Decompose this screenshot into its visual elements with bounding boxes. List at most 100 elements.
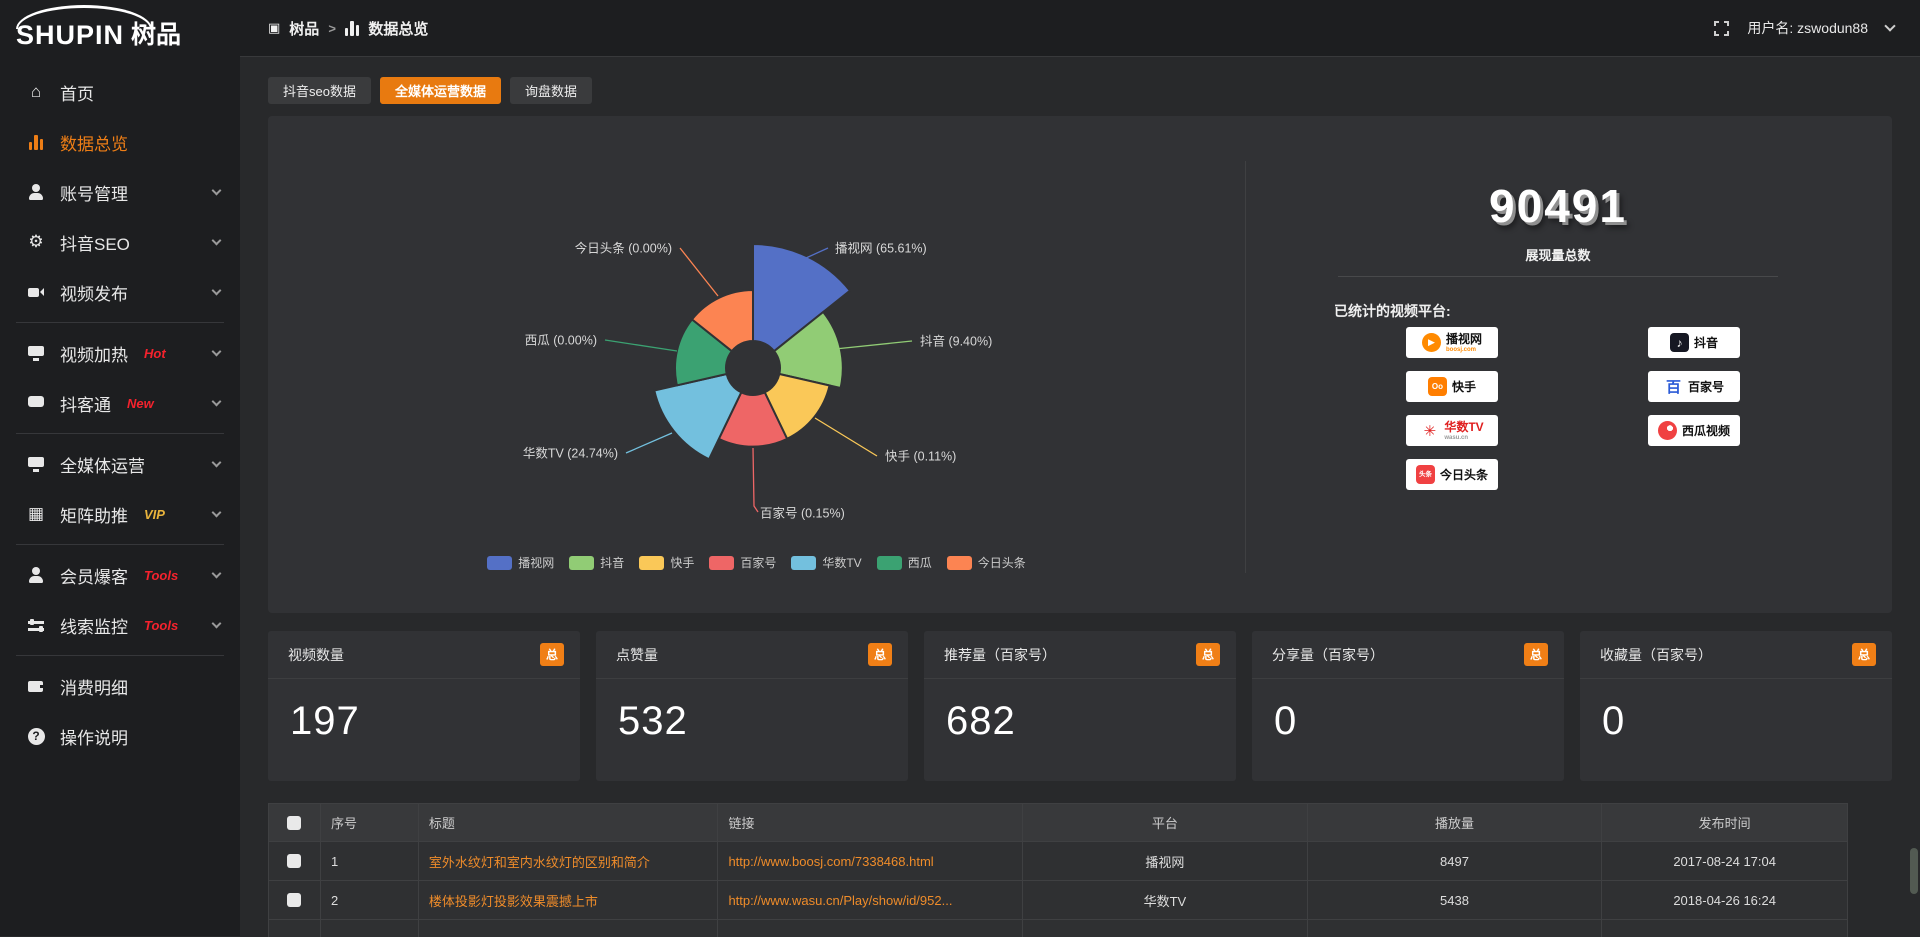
total-badge: 总 <box>1196 643 1220 666</box>
sidebar-item-8[interactable]: 全媒体运营 <box>0 439 240 489</box>
topbar: ▣ 树品 > 数据总览 用户名: zswodun88 <box>240 0 1920 57</box>
sidebar-item-3[interactable]: 账号管理 <box>0 167 240 217</box>
sidebar-item-label: 消费明细 <box>60 674 128 699</box>
legend-item-华数TV[interactable]: 华数TV <box>791 554 861 571</box>
legend-item-百家号[interactable]: 百家号 <box>709 554 776 571</box>
platform-name-block: 华数TVwasu.cn <box>1444 421 1483 441</box>
chevron-down-icon <box>212 507 222 517</box>
header-cell: 播放量 <box>1308 804 1603 841</box>
sidebar-item-4[interactable]: ⚙抖音SEO <box>0 217 240 267</box>
platform-name: 西瓜视频 <box>1682 425 1730 437</box>
legend-item-抖音[interactable]: 抖音 <box>569 554 624 571</box>
legend-label: 快手 <box>670 554 694 571</box>
sidebar-item-5[interactable]: 视频发布 <box>0 267 240 317</box>
platform-badge-百家号: 百百家号 <box>1648 371 1740 402</box>
empty-cell <box>269 920 321 937</box>
legend-swatch <box>947 556 972 570</box>
pie-label-line <box>806 248 828 258</box>
row-checkbox[interactable] <box>287 854 301 868</box>
sidebar-item-6[interactable]: 视频加热Hot <box>0 328 240 378</box>
sidebar-item-7[interactable]: 抖客通New <box>0 378 240 428</box>
stat-card-1: 视频数量总197 <box>268 631 580 781</box>
user-icon <box>26 184 46 200</box>
pie-slice-华数TV[interactable] <box>654 374 741 459</box>
chevron-down-icon <box>212 346 222 356</box>
app-logo: SHUPIN 树品 <box>0 0 240 57</box>
sidebar-divider <box>16 433 224 434</box>
tab-3[interactable]: 询盘数据 <box>510 77 592 104</box>
sidebar-item-1[interactable]: ⌂首页 <box>0 67 240 117</box>
header-cell: 标题 <box>419 804 719 841</box>
chevron-down-icon <box>212 235 222 245</box>
table-row[interactable]: 1室外水纹灯和室内水纹灯的区别和简介http://www.boosj.com/7… <box>269 842 1847 881</box>
sidebar-item-13[interactable]: ?操作说明 <box>0 711 240 761</box>
breadcrumb-home[interactable]: 树品 <box>289 18 319 39</box>
xigua-icon <box>1658 421 1677 440</box>
header-cell: 发布时间 <box>1602 804 1847 841</box>
empty-cell <box>321 920 419 937</box>
data-tabs: 抖音seo数据全媒体运营数据询盘数据 <box>268 77 1892 104</box>
boosj-play-icon: ▶ <box>1422 333 1441 352</box>
wasu-star-icon: ✳ <box>1420 421 1439 440</box>
sidebar-item-tag: VIP <box>144 507 165 522</box>
legend-swatch <box>487 556 512 570</box>
total-badge: 总 <box>868 643 892 666</box>
pie-label-快手: 快手 (0.11%) <box>885 449 956 463</box>
stat-card-header: 视频数量总 <box>268 631 580 679</box>
sidebar-item-label: 抖音SEO <box>60 230 130 255</box>
platform-badge-今日头条: 头条今日头条 <box>1406 459 1498 490</box>
username[interactable]: 用户名: zswodun88 <box>1747 18 1868 38</box>
pie-label-播视网: 播视网 (65.61%) <box>835 240 927 255</box>
user-area: 用户名: zswodun88 <box>1714 18 1894 38</box>
sidebar-item-12[interactable]: 消费明细 <box>0 661 240 711</box>
stat-cards: 视频数量总197点赞量总532推荐量（百家号）总682分享量（百家号）总0收藏量… <box>268 631 1892 781</box>
app-square-icon: ▣ <box>268 20 280 36</box>
total-impressions-label: 展现量总数 <box>1246 245 1870 264</box>
empty-cell <box>1602 920 1847 937</box>
legend-item-快手[interactable]: 快手 <box>639 554 694 571</box>
chevron-down-icon <box>212 457 222 467</box>
kuaishou-icon: Oo <box>1428 377 1447 396</box>
header-cell: 平台 <box>1023 804 1308 841</box>
row-platform-cell: 华数TV <box>1023 881 1308 919</box>
stat-card-3: 推荐量（百家号）总682 <box>924 631 1236 781</box>
legend-label: 抖音 <box>600 554 624 571</box>
legend-label: 今日头条 <box>978 554 1026 571</box>
stat-card-label: 视频数量 <box>288 645 344 665</box>
help-icon: ? <box>26 728 46 745</box>
sidebar-item-9[interactable]: ▦矩阵助推VIP <box>0 489 240 539</box>
platform-name: 快手 <box>1452 381 1476 393</box>
sidebar-item-2[interactable]: 数据总览 <box>0 117 240 167</box>
summary-region: 90491 展现量总数 已统计的视频平台: ▶播视网boosj.com♪抖音Oo… <box>1245 161 1870 573</box>
row-url-link[interactable]: http://www.wasu.cn/Play/show/id/952... <box>718 881 1023 919</box>
row-index-cell: 2 <box>321 881 419 919</box>
row-title-link[interactable]: 室外水纹灯和室内水纹灯的区别和简介 <box>419 842 719 880</box>
row-url-link[interactable]: http://www.boosj.com/7338468.html <box>718 842 1023 880</box>
legend-item-播视网[interactable]: 播视网 <box>487 554 554 571</box>
sidebar-item-11[interactable]: 线索监控Tools <box>0 600 240 650</box>
legend-swatch <box>877 556 902 570</box>
header-cell: 序号 <box>321 804 419 841</box>
legend-item-西瓜[interactable]: 西瓜 <box>877 554 932 571</box>
row-plays-cell: 5438 <box>1308 881 1603 919</box>
video-camera-icon <box>26 284 46 300</box>
main-content: 抖音seo数据全媒体运营数据询盘数据 播视网 (65.61%)抖音 (9.40%… <box>240 57 1920 936</box>
videos-table: 序号标题链接平台播放量发布时间1室外水纹灯和室内水纹灯的区别和简介http://… <box>268 803 1848 937</box>
row-title-link[interactable]: 楼体投影灯投影效果震撼上市 <box>419 881 719 919</box>
stat-card-value: 0 <box>1252 679 1564 744</box>
sidebar-item-label: 抖客通 <box>60 391 111 416</box>
chart-panel: 播视网 (65.61%)抖音 (9.40%)快手 (0.11%)百家号 (0.1… <box>268 116 1892 613</box>
fullscreen-icon[interactable] <box>1714 21 1729 36</box>
sidebar-item-label: 账号管理 <box>60 180 128 205</box>
page-scrollbar-thumb[interactable] <box>1910 848 1918 894</box>
row-checkbox[interactable] <box>287 893 301 907</box>
select-all-checkbox[interactable] <box>287 816 301 830</box>
tab-2[interactable]: 全媒体运营数据 <box>380 77 501 104</box>
pie-label-line <box>815 418 877 456</box>
sidebar-divider <box>16 322 224 323</box>
pie-label-line <box>605 340 677 351</box>
table-row[interactable]: 2楼体投影灯投影效果震撼上市http://www.wasu.cn/Play/sh… <box>269 881 1847 920</box>
tab-1[interactable]: 抖音seo数据 <box>268 77 371 104</box>
sidebar-item-10[interactable]: 会员爆客Tools <box>0 550 240 600</box>
legend-item-今日头条[interactable]: 今日头条 <box>947 554 1026 571</box>
